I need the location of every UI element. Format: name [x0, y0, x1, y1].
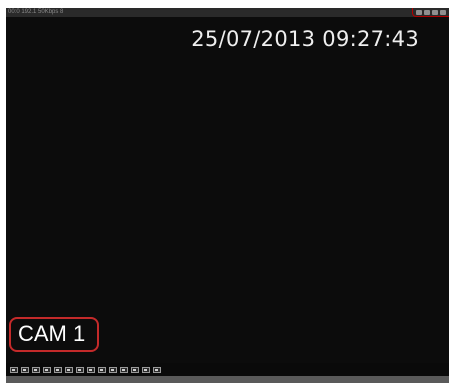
- stream-info-text: 00:0 192.1 50Kbps 8: [8, 9, 64, 15]
- layout-f-icon[interactable]: [109, 366, 117, 373]
- single-view-icon[interactable]: [10, 366, 18, 373]
- camera-label-box: CAM 1: [9, 317, 99, 352]
- camera-label: CAM 1: [18, 321, 86, 346]
- layout-g-icon[interactable]: [120, 366, 128, 373]
- sixteen-view-icon[interactable]: [43, 366, 51, 373]
- layout-a-icon[interactable]: [54, 366, 62, 373]
- bottom-toolbar: [6, 363, 449, 376]
- quad-view-icon[interactable]: [21, 366, 29, 373]
- layout-e-icon[interactable]: [98, 366, 106, 373]
- audio-icon: [424, 9, 430, 15]
- bottom-strip: [6, 376, 449, 383]
- nine-view-icon[interactable]: [32, 366, 40, 373]
- camera-video-view[interactable]: 25/07/2013 09:27:43 CAM 1: [6, 17, 449, 363]
- status-icons-group: [412, 8, 449, 17]
- layout-h-icon[interactable]: [131, 366, 139, 373]
- dvr-window: 00:0 192.1 50Kbps 8 25/07/2013 09:27:43 …: [0, 0, 454, 383]
- timestamp-overlay: 25/07/2013 09:27:43: [191, 27, 419, 51]
- layout-j-icon[interactable]: [153, 366, 161, 373]
- status-icon: [440, 9, 446, 15]
- layout-i-icon[interactable]: [142, 366, 150, 373]
- record-icon: [416, 9, 422, 15]
- network-icon: [432, 9, 438, 15]
- layout-d-icon[interactable]: [87, 366, 95, 373]
- layout-c-icon[interactable]: [76, 366, 84, 373]
- layout-b-icon[interactable]: [65, 366, 73, 373]
